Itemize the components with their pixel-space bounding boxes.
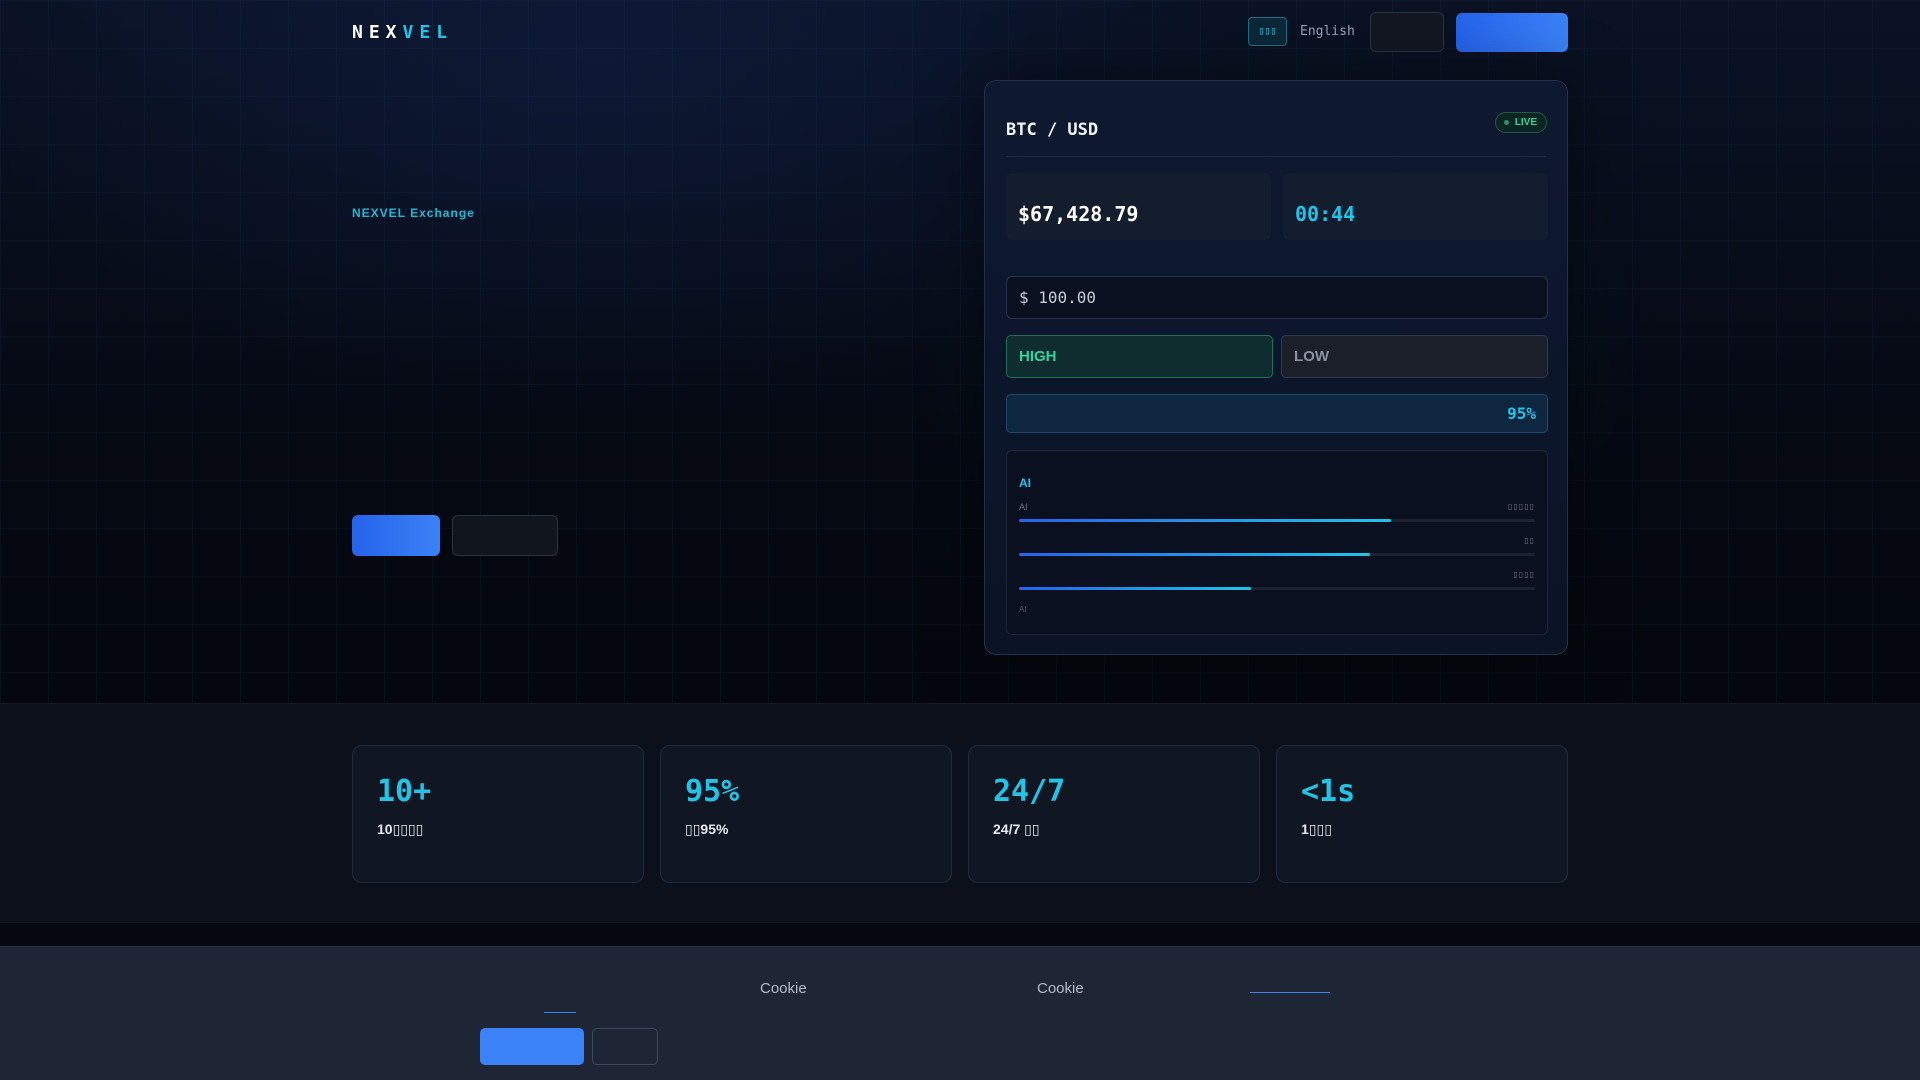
stat-value: <1s	[1301, 774, 1356, 809]
trading-pair: BTC / USD	[1006, 120, 1099, 140]
ai-row-value: ▯▯▯▯▯	[1507, 502, 1535, 511]
ai-progress-fill	[1019, 587, 1252, 590]
ai-panel-footer: AI	[1019, 605, 1027, 614]
ai-panel-title: AI	[1019, 476, 1031, 490]
amount-input[interactable]: $ 100.00	[1006, 276, 1548, 319]
logo-main-text: NEX	[352, 22, 403, 43]
payout-percent: 95%	[1507, 404, 1536, 423]
price-display: $67,428.79	[1006, 173, 1271, 240]
cookie-policy-link[interactable]	[1250, 992, 1330, 993]
countdown-timer: 00:44	[1295, 202, 1356, 226]
signup-button[interactable]	[1456, 13, 1568, 52]
background-grid	[0, 0, 1920, 703]
live-dot-icon	[1503, 120, 1509, 125]
trade-widget: BTC / USD LIVE $67,428.79 00:44 $ 100.00…	[984, 80, 1568, 655]
stat-card: <1s 1▯▯▯	[1276, 745, 1568, 883]
ai-progress-track	[1019, 553, 1535, 556]
logo-accent-text: VEL	[402, 22, 454, 43]
card-divider	[1006, 156, 1546, 157]
countdown-display: 00:44	[1283, 173, 1548, 240]
language-english-link[interactable]: English	[1300, 24, 1355, 39]
live-status-text: LIVE	[1514, 117, 1537, 128]
ai-row-value: ▯▯▯▯	[1513, 570, 1535, 579]
stats-section: 10+ 10▯▯▯▯ 95% ▯▯95% 24/7 24/7 ▯▯ <1s 1▯…	[0, 703, 1920, 923]
live-status-badge: LIVE	[1494, 112, 1547, 133]
hero-secondary-button[interactable]	[452, 515, 558, 556]
stat-card: 10+ 10▯▯▯▯	[352, 745, 644, 883]
ai-progress-fill	[1019, 519, 1391, 522]
high-button[interactable]: HIGH	[1006, 335, 1273, 378]
cookie-text: Cookie	[1037, 980, 1084, 997]
ai-row-value: ▯▯	[1524, 536, 1535, 545]
stat-caption: 10▯▯▯▯	[377, 821, 424, 837]
stat-card: 24/7 24/7 ▯▯	[968, 745, 1260, 883]
hero-eyebrow: NEXVEL Exchange	[352, 206, 475, 220]
login-button[interactable]	[1370, 12, 1444, 52]
ai-progress-fill	[1019, 553, 1370, 556]
cookie-banner: Cookie Cookie	[0, 946, 1920, 1080]
current-price: $67,428.79	[1018, 202, 1139, 226]
cookie-text: Cookie	[760, 980, 807, 997]
ai-progress-track	[1019, 519, 1535, 522]
stat-value: 10+	[377, 774, 432, 809]
low-button[interactable]: LOW	[1281, 335, 1548, 378]
stat-value: 95%	[685, 774, 740, 809]
payout-bar: 95%	[1006, 394, 1548, 433]
ai-analysis-panel: AI AI ▯▯▯▯▯ ▯▯ ▯▯▯▯ AI	[1006, 450, 1548, 635]
stat-value: 24/7	[993, 774, 1066, 809]
brand-logo[interactable]: NEXVEL	[352, 22, 453, 43]
stat-caption: ▯▯95%	[685, 821, 729, 837]
cookie-settings-link[interactable]	[544, 1012, 576, 1013]
ai-progress-track	[1019, 587, 1535, 590]
stat-card: 95% ▯▯95%	[660, 745, 952, 883]
cookie-accept-button[interactable]	[480, 1028, 584, 1065]
stat-caption: 1▯▯▯	[1301, 821, 1332, 837]
stat-caption: 24/7 ▯▯	[993, 821, 1040, 837]
hero-primary-button[interactable]	[352, 515, 440, 556]
cookie-reject-button[interactable]	[592, 1028, 658, 1065]
language-toggle-button[interactable]: ▯▯▯	[1248, 17, 1287, 46]
ai-row-label: AI	[1019, 502, 1028, 512]
hero-section: NEXVEL ▯▯▯ English NEXVEL Exchange BTC /…	[0, 0, 1920, 703]
